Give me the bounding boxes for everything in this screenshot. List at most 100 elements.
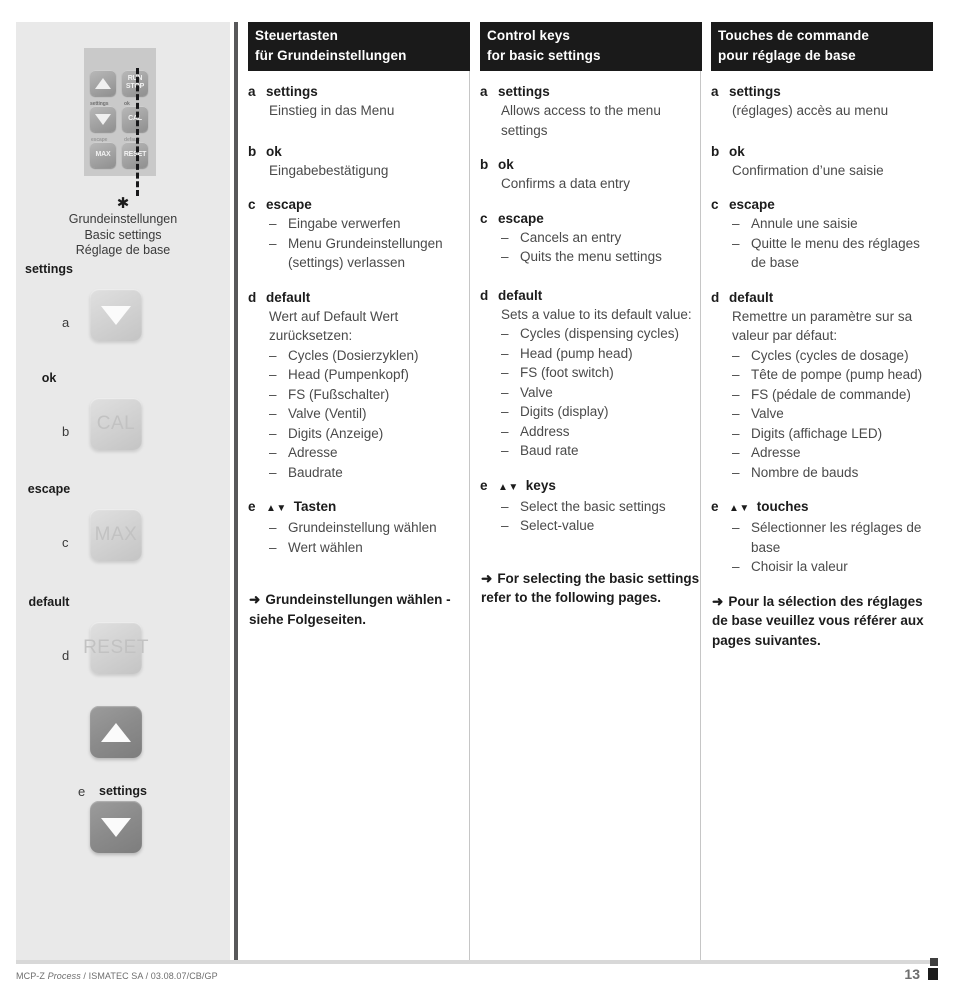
- keyref-b-key: CAL: [90, 398, 142, 450]
- keypad-key-max-label: MAX: [95, 151, 111, 158]
- entry-d-head: d default: [711, 288, 933, 307]
- list-item: Nombre de bauds: [732, 463, 933, 483]
- entry-e-list: Select the basic settings Select-value: [480, 497, 702, 536]
- entry-a: a settings Allows access to the menu set…: [480, 82, 702, 140]
- entry-d-title: default: [266, 289, 311, 305]
- entry-d-list: Cycles (dispensing cycles) Head (pump he…: [480, 324, 702, 461]
- entry-b-letter: b: [711, 143, 720, 159]
- keypad-key-down-arrow: [90, 106, 116, 132]
- entry-d-letter: d: [711, 289, 720, 305]
- list-item: Eingabe verwerfen: [269, 214, 470, 234]
- keyref-d-label: default: [28, 595, 70, 609]
- list-item: Head (pump head): [501, 344, 702, 364]
- list-item: FS (pédale de commande): [732, 385, 933, 405]
- list-item: Cycles (cycles de dosage): [732, 346, 933, 366]
- entry-d-desc: Wert auf Default Wert zurücksetzen:: [269, 308, 399, 344]
- list-item: Menu Grundeinstellungen (settings) verla…: [269, 234, 470, 273]
- list-item: Cycles (Dosierzyklen): [269, 346, 470, 366]
- header-line-2: pour réglage de base: [718, 47, 856, 63]
- entry-e-title: keys: [525, 477, 556, 493]
- entry-b-head: b ok: [480, 155, 702, 174]
- entry-e-title: touches: [756, 499, 809, 514]
- entry-c-title: escape: [266, 197, 312, 212]
- triangle-down-icon: [95, 113, 111, 125]
- list-item: Digits (Anzeige): [269, 424, 470, 444]
- arrow-right-icon: ➜: [481, 570, 493, 586]
- entry-c-letter: c: [711, 197, 719, 212]
- entry-c-head: c escape: [248, 195, 470, 214]
- header-line-2: for basic settings: [487, 47, 601, 63]
- keypad-mini-label-settings: settings: [90, 101, 109, 107]
- entry-b-title: ok: [266, 143, 282, 159]
- entry-e-head: e ▲▼ touches: [711, 497, 933, 518]
- entry-d: d default Sets a value to its default va…: [480, 286, 702, 461]
- up-down-arrows-icon: ▲▼: [266, 503, 287, 514]
- list-item: Digits (affichage LED): [732, 424, 933, 444]
- keyref-e-label: settings: [99, 784, 147, 798]
- entry-b-desc: Eingabebestätigung: [269, 162, 389, 178]
- entry-a-head: a settings: [248, 82, 470, 101]
- list-item: FS (foot switch): [501, 363, 702, 383]
- keyref-b-key-label: CAL: [96, 413, 136, 434]
- list-item: Quits the menu settings: [501, 247, 702, 267]
- list-item: Tête de pompe (pump head): [732, 365, 933, 385]
- entry-e-head: e ▲▼ Tasten: [248, 497, 470, 518]
- triangle-up-icon: [95, 77, 111, 89]
- footer-doc-part1: MCP-Z: [16, 971, 48, 981]
- header-line-1: Touches de commande: [718, 28, 869, 43]
- column-german-body: a settings Einstieg in das Menu b ok Ein…: [248, 71, 470, 629]
- entry-e-letter: e: [711, 499, 719, 514]
- keyref-e-key-up: [90, 706, 142, 758]
- header-line-1: Steuertasten: [255, 28, 338, 43]
- keyref-e-key-down: [90, 801, 142, 853]
- keyref-d-key: RESET: [83, 622, 148, 674]
- triangle-down-icon: [101, 305, 131, 325]
- list-item: Cycles (dispensing cycles): [501, 324, 702, 344]
- entry-a-head: a settings: [480, 82, 702, 101]
- entry-a-title: settings: [498, 84, 550, 99]
- entry-a-title: settings: [729, 84, 781, 99]
- entry-e-letter: e: [248, 499, 256, 514]
- keypad-key-cal-label: CAL: [128, 115, 142, 122]
- footer-doc-part2: / ISMATEC SA / 03.08.07/CB/GP: [80, 971, 218, 981]
- dashed-pointer-line: [136, 68, 139, 196]
- caption-line-de: Grundeinstellungen: [68, 212, 178, 226]
- keypad-grid: RUN STOP CAL MAX RESET: [90, 70, 150, 170]
- list-item: Wert wählen: [269, 538, 470, 558]
- list-item: Valve: [501, 383, 702, 403]
- footer-rule: [16, 960, 936, 964]
- entry-c-list: Eingabe verwerfen Menu Grundeinstellunge…: [248, 214, 470, 273]
- keypad-key-reset: RESET: [122, 142, 148, 168]
- entry-e: e ▲▼ Tasten Grundeinstellung wählen Wert…: [248, 497, 470, 557]
- list-item: Select-value: [501, 516, 702, 536]
- entry-d-head: d default: [480, 286, 702, 305]
- entry-d-desc: Sets a value to its default value:: [501, 306, 692, 322]
- column-english: Control keys for basic settings a settin…: [480, 22, 702, 608]
- entry-c-head: c escape: [480, 209, 702, 228]
- entry-d-head: d default: [248, 288, 470, 307]
- note-text: Pour la sélection des réglages de base v…: [712, 593, 924, 648]
- entry-b-letter: b: [480, 157, 489, 172]
- entry-a-desc: (réglages) accès au menu: [732, 103, 889, 118]
- column-english-note: ➜ For selecting the basic settings refer …: [480, 569, 702, 608]
- entry-d-letter: d: [480, 287, 489, 303]
- entry-d-list: Cycles (cycles de dosage) Tête de pompe …: [711, 346, 933, 483]
- list-item: Adresse: [269, 443, 470, 463]
- entry-a-letter: a: [248, 84, 256, 99]
- entry-b-head: b ok: [711, 142, 933, 161]
- entry-c: c escape Eingabe verwerfen Menu Grundein…: [248, 195, 470, 273]
- keyref-b-letter: b: [62, 424, 70, 439]
- sidebar-divider: [234, 22, 238, 962]
- entry-e-title: Tasten: [293, 499, 337, 514]
- entry-a-desc: Allows access to the menu settings: [501, 103, 661, 138]
- keypad-key-run-stop: RUN STOP: [122, 70, 148, 96]
- keypad-key-max: MAX: [90, 142, 116, 168]
- keypad-key-stop-label: STOP: [125, 83, 145, 90]
- keyref-b-label: ok: [41, 371, 57, 385]
- entry-a: a settings (réglages) accès au menu: [711, 82, 933, 121]
- entry-d-desc: Remettre un paramètre sur sa valeur par …: [732, 308, 913, 344]
- list-item: Select the basic settings: [501, 497, 702, 517]
- entry-b-title: ok: [729, 143, 745, 159]
- list-item: Digits (display): [501, 402, 702, 422]
- caption-line-fr: Réglage de base: [75, 243, 171, 257]
